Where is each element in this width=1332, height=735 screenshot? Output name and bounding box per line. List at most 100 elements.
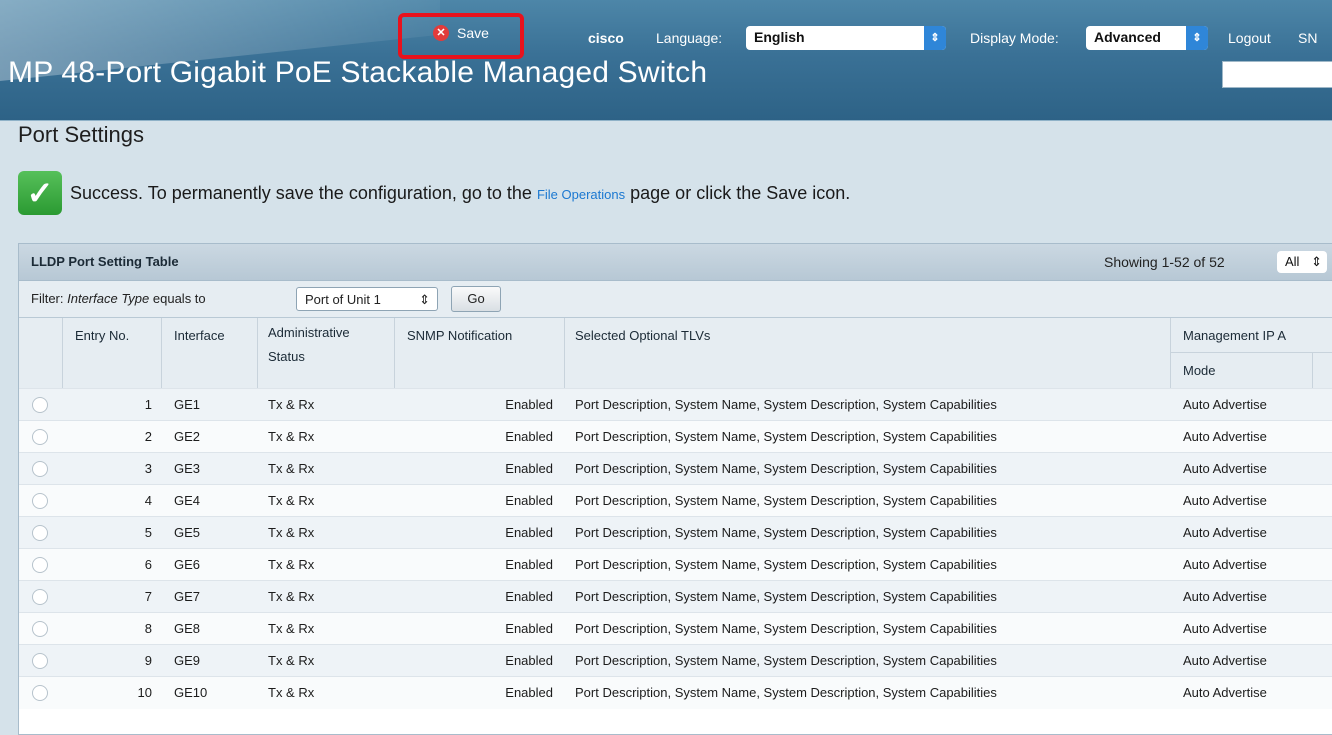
- cell-admin: Tx & Rx: [268, 461, 315, 476]
- filter-value-select[interactable]: Port of Unit 1 ⇕: [296, 287, 438, 311]
- table-row[interactable]: 2 GE2 Tx & Rx Enabled Port Description, Syst…: [19, 420, 1332, 453]
- cell-tlvs: Port Description, System Name, System De…: [575, 685, 997, 700]
- cell-snmp: Enabled: [505, 685, 553, 700]
- cell-interface: GE7: [174, 589, 201, 604]
- display-mode-value: Advanced: [1094, 29, 1161, 45]
- file-operations-link[interactable]: File Operations: [537, 187, 625, 202]
- header-mgmt-ip: Management IP A: [1171, 318, 1332, 353]
- chevron-updown-icon: ⇕: [1311, 254, 1322, 269]
- table-row[interactable]: 1 GE1 Tx & Rx Enabled Port Description, Syst…: [19, 388, 1332, 421]
- header-admin-line1: Administrative: [268, 325, 350, 340]
- check-icon: ✓: [18, 171, 62, 215]
- showing-count: Showing 1-52 of 52: [1104, 254, 1225, 270]
- table-row[interactable]: 9 GE9 Tx & Rx Enabled Port Description, Syst…: [19, 644, 1332, 677]
- cell-interface: GE10: [174, 685, 208, 700]
- display-mode-label: Display Mode:: [970, 30, 1059, 46]
- display-mode-select[interactable]: Advanced ⇕: [1086, 26, 1208, 50]
- filter-op: equals to: [152, 291, 206, 306]
- success-prefix: Success. To permanently save the configu…: [70, 182, 532, 203]
- row-radio[interactable]: [32, 621, 48, 637]
- cell-interface: GE1: [174, 397, 201, 412]
- success-suffix: page or click the Save icon.: [630, 182, 851, 203]
- cell-snmp: Enabled: [505, 653, 553, 668]
- cell-entry: 3: [144, 461, 152, 476]
- cell-entry: 8: [144, 621, 152, 636]
- header-tlvs: Selected Optional TLVs: [565, 318, 1171, 388]
- truncated-link[interactable]: SN: [1298, 30, 1317, 46]
- table-row[interactable]: 7 GE7 Tx & Rx Enabled Port Description, Syst…: [19, 580, 1332, 613]
- cell-interface: GE3: [174, 461, 201, 476]
- success-message: ✓ Success. To permanently save the confi…: [18, 171, 850, 215]
- table-row[interactable]: 10 GE10 Tx & Rx Enabled Port Description, Sy…: [19, 676, 1332, 709]
- success-text: Success. To permanently save the configu…: [70, 183, 850, 204]
- row-radio[interactable]: [32, 653, 48, 669]
- cell-interface: GE2: [174, 429, 201, 444]
- product-title: MP 48-Port Gigabit PoE Stackable Managed…: [8, 56, 708, 89]
- language-label: Language:: [656, 30, 723, 46]
- language-value: English: [754, 29, 805, 45]
- row-radio[interactable]: [32, 525, 48, 541]
- header-entry: Entry No.: [63, 318, 162, 388]
- header-select: [19, 318, 63, 388]
- cell-tlvs: Port Description, System Name, System De…: [575, 429, 997, 444]
- cell-entry: 6: [144, 557, 152, 572]
- search-input[interactable]: [1222, 61, 1332, 88]
- cell-mode: Auto Advertise: [1183, 685, 1267, 700]
- table-header: Entry No. Interface Administrative Statu…: [19, 318, 1332, 388]
- cell-admin: Tx & Rx: [268, 621, 315, 636]
- cell-tlvs: Port Description, System Name, System De…: [575, 653, 997, 668]
- cell-tlvs: Port Description, System Name, System De…: [575, 589, 997, 604]
- row-radio[interactable]: [32, 493, 48, 509]
- save-button[interactable]: ✕ Save: [398, 13, 524, 59]
- cell-snmp: Enabled: [505, 397, 553, 412]
- cell-mode: Auto Advertise: [1183, 461, 1267, 476]
- logout-link[interactable]: Logout: [1228, 30, 1271, 46]
- go-button[interactable]: Go: [451, 286, 501, 312]
- table-row[interactable]: 8 GE8 Tx & Rx Enabled Port Description, Syst…: [19, 612, 1332, 645]
- header-admin-status: Administrative Status: [258, 318, 395, 388]
- lldp-port-setting-table: LLDP Port Setting Table Showing 1-52 of …: [18, 243, 1332, 735]
- filter-label: Filter: Interface Type equals to: [31, 291, 206, 306]
- page-size-select[interactable]: All ⇕: [1277, 251, 1327, 273]
- cell-entry: 2: [144, 429, 152, 444]
- table-row[interactable]: 6 GE6 Tx & Rx Enabled Port Description, Syst…: [19, 548, 1332, 581]
- row-radio[interactable]: [32, 685, 48, 701]
- cell-entry: 1: [144, 397, 152, 412]
- row-radio[interactable]: [32, 429, 48, 445]
- table-row[interactable]: 3 GE3 Tx & Rx Enabled Port Description, Syst…: [19, 452, 1332, 485]
- row-radio[interactable]: [32, 557, 48, 573]
- cell-admin: Tx & Rx: [268, 685, 315, 700]
- table-row[interactable]: 4 GE4 Tx & Rx Enabled Port Description, Syst…: [19, 484, 1332, 517]
- page-title: Port Settings: [18, 122, 144, 147]
- cell-mode: Auto Advertise: [1183, 557, 1267, 572]
- language-select[interactable]: English ⇕: [746, 26, 946, 50]
- cell-interface: GE8: [174, 621, 201, 636]
- brand-label: cisco: [588, 30, 624, 46]
- cell-entry: 4: [144, 493, 152, 508]
- cell-entry: 9: [144, 653, 152, 668]
- cell-snmp: Enabled: [505, 525, 553, 540]
- cell-interface: GE4: [174, 493, 201, 508]
- table-row[interactable]: 5 GE5 Tx & Rx Enabled Port Description, Syst…: [19, 516, 1332, 549]
- cell-mode: Auto Advertise: [1183, 621, 1267, 636]
- filter-prefix: Filter:: [31, 291, 64, 306]
- cell-interface: GE6: [174, 557, 201, 572]
- filter-field: Interface Type: [67, 291, 150, 306]
- cell-admin: Tx & Rx: [268, 493, 315, 508]
- row-radio[interactable]: [32, 589, 48, 605]
- cell-admin: Tx & Rx: [268, 653, 315, 668]
- cell-interface: GE5: [174, 525, 201, 540]
- row-radio[interactable]: [32, 397, 48, 413]
- filter-bar: Filter: Interface Type equals to Port of…: [19, 281, 1332, 318]
- cell-admin: Tx & Rx: [268, 589, 315, 604]
- row-radio[interactable]: [32, 461, 48, 477]
- header-mode: Mode: [1171, 353, 1313, 388]
- filter-value: Port of Unit 1: [305, 292, 381, 307]
- cell-snmp: Enabled: [505, 589, 553, 604]
- chevron-updown-icon: ⇕: [924, 26, 946, 50]
- header-interface: Interface: [162, 318, 258, 388]
- cell-mode: Auto Advertise: [1183, 429, 1267, 444]
- cell-admin: Tx & Rx: [268, 397, 315, 412]
- cell-mode: Auto Advertise: [1183, 397, 1267, 412]
- cell-tlvs: Port Description, System Name, System De…: [575, 557, 997, 572]
